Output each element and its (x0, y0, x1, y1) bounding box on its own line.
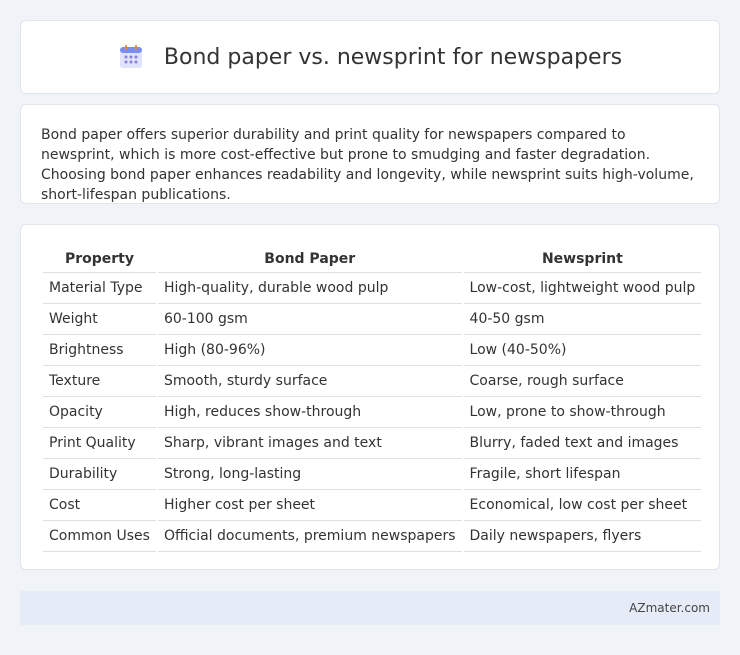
intro-text: Bond paper offers superior durability an… (41, 127, 694, 203)
cell-property: Material Type (43, 273, 156, 304)
cell-newsprint: Fragile, short lifespan (463, 459, 702, 490)
cell-bond-paper: High, reduces show-through (157, 397, 462, 428)
cell-bond-paper: High-quality, durable wood pulp (157, 273, 462, 304)
cell-newsprint: Low, prone to show-through (463, 397, 702, 428)
table-row: Print Quality Sharp, vibrant images and t… (43, 428, 702, 459)
cell-property: Print Quality (43, 428, 156, 459)
table-row: Material Type High-quality, durable wood … (43, 273, 702, 304)
table-row: Common Uses Official documents, premium n… (43, 521, 702, 552)
cell-property: Durability (43, 459, 156, 490)
table-row: Durability Strong, long-lasting Fragile, s… (43, 459, 702, 490)
cell-bond-paper: Official documents, premium newspapers (157, 521, 462, 552)
header-property: Property (43, 245, 156, 273)
cell-newsprint: Low-cost, lightweight wood pulp (463, 273, 702, 304)
page-title: Bond paper vs. newsprint for newspapers (163, 44, 623, 70)
table-row: Weight 60-100 gsm 40-50 gsm (43, 304, 702, 335)
cell-bond-paper: Smooth, sturdy surface (157, 366, 462, 397)
cell-property: Opacity (43, 397, 156, 428)
cell-newsprint: Coarse, rough surface (463, 366, 702, 397)
table-row: Texture Smooth, sturdy surface Coarse, rou… (43, 366, 702, 397)
cell-property: Weight (43, 304, 156, 335)
comparison-table: Property Bond Paper Newsprint Material T… (41, 245, 703, 552)
table-row: Cost Higher cost per sheet Economical, low… (43, 490, 702, 521)
calendar-icon (119, 45, 142, 68)
cell-bond-paper: Strong, long-lasting (157, 459, 462, 490)
footer-brand: AZmater.com (629, 601, 710, 615)
intro-card: Bond paper offers superior durability an… (20, 104, 720, 204)
cell-newsprint: Economical, low cost per sheet (463, 490, 702, 521)
cell-property: Cost (43, 490, 156, 521)
table-header-row: Property Bond Paper Newsprint (43, 245, 702, 273)
table-row: Opacity High, reduces show-through Low, pr… (43, 397, 702, 428)
cell-newsprint: Daily newspapers, flyers (463, 521, 702, 552)
header-newsprint: Newsprint (463, 245, 702, 273)
cell-newsprint: Blurry, faded text and images (463, 428, 702, 459)
title-card: Bond paper vs. newsprint for newspapers (20, 20, 720, 94)
footer: AZmater.com (20, 591, 720, 625)
cell-bond-paper: 60-100 gsm (157, 304, 462, 335)
cell-bond-paper: Sharp, vibrant images and text (157, 428, 462, 459)
cell-property: Common Uses (43, 521, 156, 552)
table-row: Brightness High (80-96%) Low (40-50%) (43, 335, 702, 366)
cell-bond-paper: High (80-96%) (157, 335, 462, 366)
cell-newsprint: 40-50 gsm (463, 304, 702, 335)
cell-newsprint: Low (40-50%) (463, 335, 702, 366)
cell-property: Brightness (43, 335, 156, 366)
cell-property: Texture (43, 366, 156, 397)
cell-bond-paper: Higher cost per sheet (157, 490, 462, 521)
header-bond-paper: Bond Paper (157, 245, 462, 273)
comparison-card: Property Bond Paper Newsprint Material T… (20, 224, 720, 570)
